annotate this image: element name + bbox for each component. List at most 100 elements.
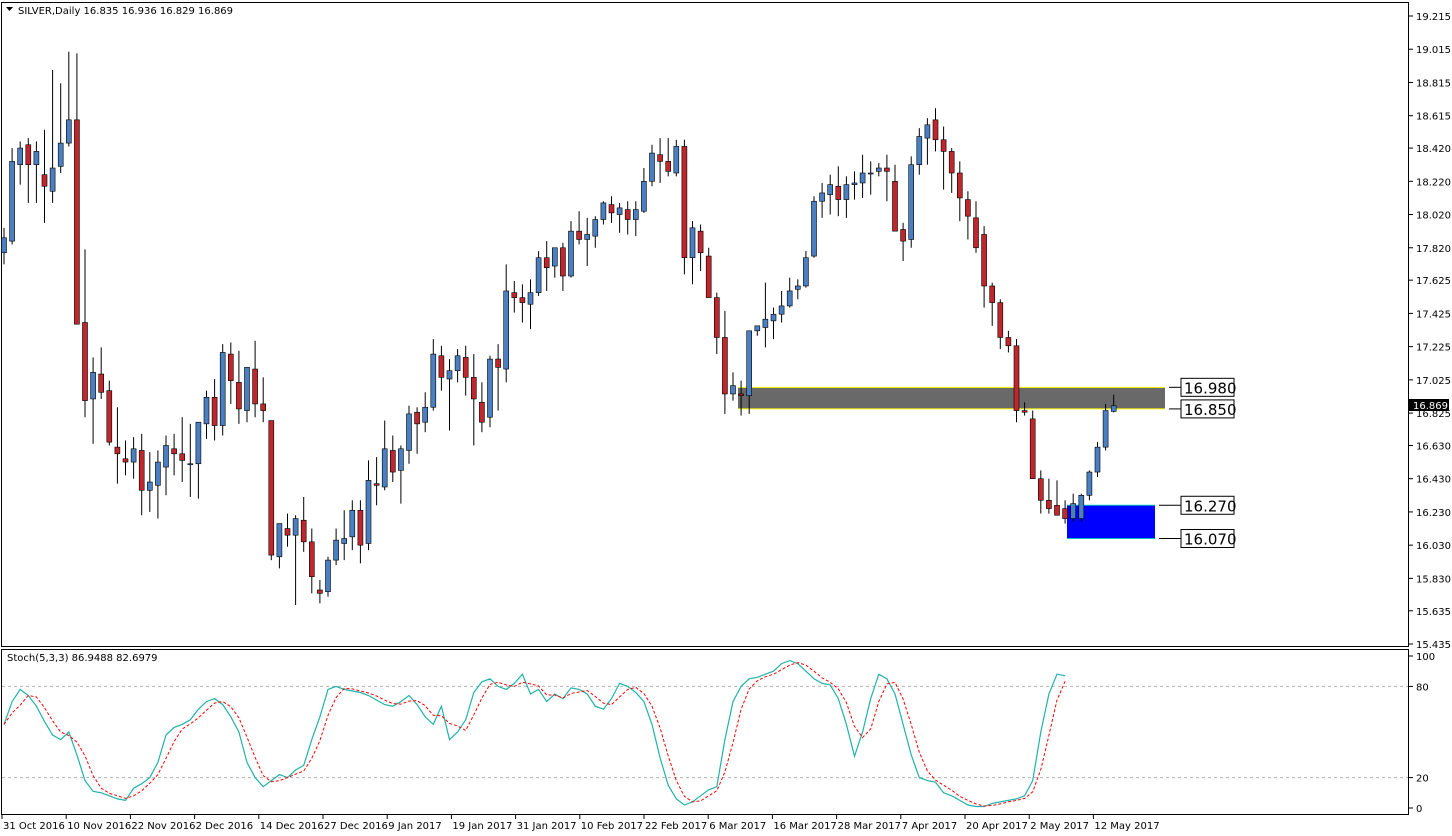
candle-body xyxy=(325,559,331,592)
candle-body xyxy=(171,448,177,455)
candle-body xyxy=(187,463,194,466)
candle-body xyxy=(203,396,210,425)
candle-body xyxy=(430,353,437,408)
candle-body xyxy=(681,146,688,259)
candle-body xyxy=(1046,499,1052,509)
price-axis-label: 15.830 xyxy=(1416,574,1451,585)
candle-body xyxy=(276,523,283,558)
candle-body xyxy=(560,247,566,277)
candle-body xyxy=(713,297,720,338)
price-axis-label: 18.615 xyxy=(1416,112,1451,123)
candle-body xyxy=(1102,410,1109,448)
candle-body xyxy=(762,318,769,328)
candle-body xyxy=(470,377,477,400)
candle-body xyxy=(835,185,842,200)
candle-body xyxy=(738,393,744,396)
candle-body xyxy=(292,518,299,536)
price-axis-label: 16.630 xyxy=(1416,441,1451,452)
stoch-axis-label: 80 xyxy=(1416,682,1429,693)
candle-body xyxy=(746,330,753,396)
candle-body xyxy=(219,352,226,426)
candle-body xyxy=(965,199,971,217)
candle-body xyxy=(892,181,898,232)
support-zone-label: 16.270 xyxy=(1184,497,1237,515)
candle-body xyxy=(632,209,639,220)
chart-canvas[interactable]: 16.980 16.850 16.270 16.070 SILVER,Daily 16… xyxy=(0,0,1452,836)
candle-body xyxy=(17,147,24,165)
current-price-label: 16.869 xyxy=(1413,401,1448,412)
time-axis-label: 14 Dec 2016 xyxy=(260,821,324,832)
candle-body xyxy=(479,401,485,423)
candle-body xyxy=(268,420,275,556)
candle-body xyxy=(511,292,518,298)
resistance-zone-label: 16.850 xyxy=(1184,401,1237,419)
candle-body xyxy=(867,172,874,175)
candle-body xyxy=(308,541,315,578)
candle-body xyxy=(373,483,380,486)
candle-body xyxy=(389,450,396,473)
candle-body xyxy=(705,255,712,298)
candle-body xyxy=(195,421,202,465)
candle-body xyxy=(851,182,858,185)
resistance-zone-label: 16.980 xyxy=(1184,379,1237,397)
candle-body xyxy=(811,200,817,257)
candle-body xyxy=(592,219,599,237)
price-axis-label: 17.425 xyxy=(1416,309,1451,320)
candle-body xyxy=(803,257,809,287)
candle-body xyxy=(608,204,615,214)
candle-body xyxy=(414,411,420,425)
candle-body xyxy=(884,167,890,172)
candle-body xyxy=(551,247,558,267)
price-axis-label: 19.215 xyxy=(1416,12,1451,23)
candle-body xyxy=(114,446,121,455)
candle-body xyxy=(155,461,161,486)
candle-body xyxy=(422,406,429,423)
candle-body xyxy=(1005,337,1012,347)
stoch-header: Stoch(5,3,3) 86.9488 82.6979 xyxy=(7,653,158,664)
candle-body xyxy=(649,152,655,182)
candle-body xyxy=(9,161,15,242)
time-axis-label: 6 Mar 2017 xyxy=(709,821,766,832)
candle-body xyxy=(66,119,72,144)
price-axis-label: 15.435 xyxy=(1416,640,1451,651)
candle-body xyxy=(600,202,607,220)
candle-body xyxy=(130,448,137,463)
candle-body xyxy=(406,413,412,451)
candle-body xyxy=(908,164,915,240)
price-axis-label: 16.030 xyxy=(1416,541,1451,552)
price-axis-label: 16.230 xyxy=(1416,508,1451,519)
candle-body xyxy=(74,119,80,325)
candle-body xyxy=(689,227,696,259)
candle-body xyxy=(462,357,469,378)
candle-body xyxy=(106,390,113,443)
candle-body xyxy=(843,184,850,200)
time-axis-label: 10 Nov 2016 xyxy=(67,821,131,832)
candle-body xyxy=(722,337,728,395)
time-axis-label: 28 Mar 2017 xyxy=(838,821,901,832)
time-axis-label: 22 Nov 2016 xyxy=(131,821,195,832)
candle-body xyxy=(535,257,542,293)
price-axis-label: 16.430 xyxy=(1416,475,1451,486)
candle-body xyxy=(916,136,923,165)
time-axis-label: 27 Dec 2016 xyxy=(324,821,388,832)
candle-body xyxy=(568,230,574,277)
candle-body xyxy=(859,172,866,184)
support-zone-label: 16.070 xyxy=(1184,531,1237,549)
candle-body xyxy=(90,372,96,400)
candle-body xyxy=(163,445,169,468)
candle-body xyxy=(1038,478,1044,501)
candle-body xyxy=(1110,405,1117,412)
candle-body xyxy=(341,538,348,544)
price-axis-label: 17.025 xyxy=(1416,376,1451,387)
candle-body xyxy=(284,528,291,536)
candle-body xyxy=(252,368,258,405)
candle-body xyxy=(357,509,364,546)
candle-body xyxy=(584,234,591,240)
candle-body xyxy=(697,230,704,254)
candle-body xyxy=(122,458,129,463)
candle-body xyxy=(754,325,761,332)
candle-body xyxy=(228,353,234,381)
candle-body xyxy=(49,167,56,192)
candle-body xyxy=(641,181,647,212)
candle-body xyxy=(956,172,963,199)
